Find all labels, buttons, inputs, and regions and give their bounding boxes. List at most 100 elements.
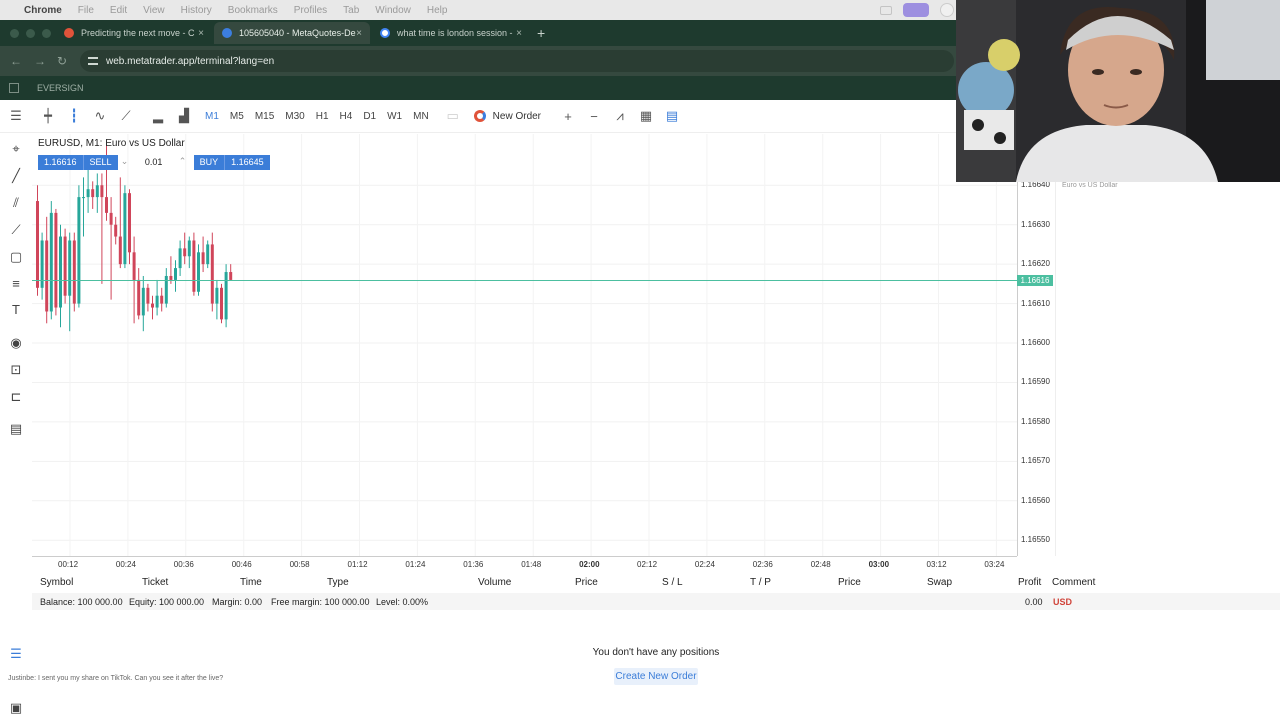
tab-close-icon[interactable]: × bbox=[198, 28, 204, 39]
timeframe-h1[interactable]: H1 bbox=[316, 111, 329, 122]
zoom-out-icon[interactable]: − bbox=[581, 109, 607, 124]
candle bbox=[201, 236, 205, 273]
candle-body bbox=[174, 268, 177, 280]
back-icon[interactable]: ← bbox=[10, 54, 22, 68]
channel-icon[interactable]: ⫽ bbox=[9, 195, 23, 211]
col-time[interactable]: Time bbox=[240, 577, 262, 588]
menu-tab[interactable]: Tab bbox=[343, 5, 359, 16]
tab-favicon-icon bbox=[64, 28, 74, 38]
menu-help[interactable]: Help bbox=[427, 5, 448, 16]
timeframe-m1[interactable]: M1 bbox=[205, 111, 219, 122]
timeframe-mn[interactable]: MN bbox=[413, 111, 429, 122]
browser-tab-metaquotes[interactable]: 105605040 - MetaQuotes-De × bbox=[214, 22, 370, 44]
timeframe-d1[interactable]: D1 bbox=[363, 111, 376, 122]
candlestick-icon[interactable]: ┇ bbox=[61, 108, 87, 124]
candle-body bbox=[109, 212, 113, 225]
timeframe-w1[interactable]: W1 bbox=[387, 111, 402, 122]
forward-icon[interactable]: → bbox=[34, 54, 46, 68]
menu-icon[interactable]: ☰ bbox=[3, 108, 29, 124]
col-ticket[interactable]: Ticket bbox=[142, 577, 168, 588]
address-bar[interactable]: web.metatrader.app/terminal?lang=en bbox=[80, 50, 954, 72]
time-tick-label: 03:00 bbox=[868, 560, 890, 569]
price-tick-label: 1.16630 bbox=[1021, 219, 1050, 229]
col-current-price[interactable]: Price bbox=[838, 577, 861, 588]
trend-line-icon[interactable]: ╱ bbox=[9, 168, 23, 184]
window-zoom-icon[interactable] bbox=[42, 29, 51, 38]
menu-history[interactable]: History bbox=[181, 5, 212, 16]
pitchfork-icon[interactable]: ⟋ bbox=[9, 222, 23, 238]
menu-view[interactable]: View bbox=[143, 5, 165, 16]
col-volume[interactable]: Volume bbox=[478, 577, 511, 588]
lock-icon[interactable]: ⊡ bbox=[9, 362, 23, 378]
col-type[interactable]: Type bbox=[327, 577, 349, 588]
text-tool-icon[interactable]: T bbox=[9, 302, 23, 317]
object-tree-icon[interactable]: ⊏ bbox=[9, 389, 23, 405]
candle-body bbox=[45, 240, 49, 312]
shapes-icon[interactable]: ▢ bbox=[9, 249, 23, 265]
new-tab-icon[interactable]: + bbox=[537, 25, 545, 41]
col-comment[interactable]: Comment bbox=[1052, 577, 1095, 588]
area-chart-icon[interactable]: ⟋ bbox=[113, 108, 139, 124]
price-chart[interactable] bbox=[32, 134, 1017, 556]
buy-price[interactable]: 1.16645 bbox=[224, 155, 270, 170]
menu-edit[interactable]: Edit bbox=[110, 5, 127, 16]
indicators-icon[interactable]: ⩘ bbox=[607, 108, 633, 124]
eye-icon[interactable]: ◉ bbox=[9, 335, 23, 351]
volume-icon[interactable]: ▂ bbox=[145, 108, 171, 124]
apps-grid-icon[interactable] bbox=[9, 83, 19, 93]
timeframe-h4[interactable]: H4 bbox=[340, 111, 353, 122]
menu-bookmarks[interactable]: Bookmarks bbox=[228, 5, 278, 16]
candle bbox=[160, 287, 164, 312]
site-info-icon[interactable] bbox=[88, 57, 98, 65]
col-symbol[interactable]: Symbol bbox=[40, 577, 73, 588]
window-close-icon[interactable] bbox=[10, 29, 19, 38]
templates-icon[interactable]: ▤ bbox=[659, 108, 685, 124]
tab-close-icon[interactable]: × bbox=[356, 28, 362, 39]
crosshair-icon[interactable]: ⌖ bbox=[9, 141, 23, 157]
new-order-button[interactable]: New Order bbox=[473, 110, 541, 122]
status-icon[interactable] bbox=[880, 6, 892, 15]
menu-profiles[interactable]: Profiles bbox=[294, 5, 327, 16]
window-minimize-icon[interactable] bbox=[26, 29, 35, 38]
col-tp[interactable]: T / P bbox=[750, 577, 771, 588]
journal-icon[interactable]: ▣ bbox=[9, 700, 23, 716]
timeframe-m15[interactable]: M15 bbox=[255, 111, 274, 122]
status-circle-icon[interactable] bbox=[940, 3, 954, 17]
menu-file[interactable]: File bbox=[78, 5, 94, 16]
sell-button[interactable]: SELL bbox=[82, 155, 118, 170]
bar-chart-icon[interactable]: ┿ bbox=[35, 108, 61, 124]
candle-body bbox=[160, 295, 164, 304]
line-chart-icon[interactable]: ∿ bbox=[87, 108, 113, 124]
tick-volume-icon[interactable]: ▟ bbox=[171, 108, 197, 124]
col-sl[interactable]: S / L bbox=[662, 577, 683, 588]
current-price-label: 1.16616 bbox=[1017, 274, 1053, 286]
reload-icon[interactable]: ↻ bbox=[57, 54, 67, 68]
buy-button[interactable]: BUY bbox=[193, 155, 225, 170]
col-profit[interactable]: Profit bbox=[1018, 577, 1041, 588]
col-price[interactable]: Price bbox=[575, 577, 598, 588]
volume-down-icon[interactable]: ⌄ bbox=[118, 155, 132, 170]
col-swap[interactable]: Swap bbox=[927, 577, 952, 588]
chart-toolbar: ☰ ┿ ┇ ∿ ⟋ ▂ ▟ M1 M5 M15 M30 H1 H4 D1 W1 … bbox=[0, 100, 956, 133]
layers-icon[interactable]: ▤ bbox=[9, 421, 23, 437]
one-click-trading-icon[interactable]: ▭ bbox=[440, 108, 466, 124]
price-tick-label: 1.16590 bbox=[1021, 377, 1050, 387]
zoom-in-icon[interactable]: + bbox=[555, 109, 581, 124]
candle-body bbox=[114, 224, 118, 237]
menu-chrome[interactable]: Chrome bbox=[24, 5, 62, 16]
tab-close-icon[interactable]: × bbox=[516, 28, 522, 39]
create-new-order-button[interactable]: Create New Order bbox=[614, 668, 698, 685]
screen-record-icon[interactable] bbox=[903, 3, 929, 17]
candle-body bbox=[151, 303, 154, 308]
volume-up-icon[interactable]: ⌃ bbox=[176, 155, 190, 170]
volume-input[interactable]: 0.01 bbox=[132, 155, 176, 170]
browser-tab-london-session[interactable]: what time is london session - × bbox=[372, 22, 530, 44]
fibonacci-icon[interactable]: ≡ bbox=[9, 276, 23, 291]
timeframe-m5[interactable]: M5 bbox=[230, 111, 244, 122]
menu-window[interactable]: Window bbox=[375, 5, 411, 16]
bookmark-eversign[interactable]: EVERSIGN bbox=[37, 83, 84, 93]
sell-price[interactable]: 1.16616 bbox=[38, 155, 83, 170]
calendar-icon[interactable]: ▦ bbox=[633, 108, 659, 124]
browser-tab-predicting[interactable]: Predicting the next move - C × bbox=[56, 22, 212, 44]
timeframe-m30[interactable]: M30 bbox=[285, 111, 304, 122]
